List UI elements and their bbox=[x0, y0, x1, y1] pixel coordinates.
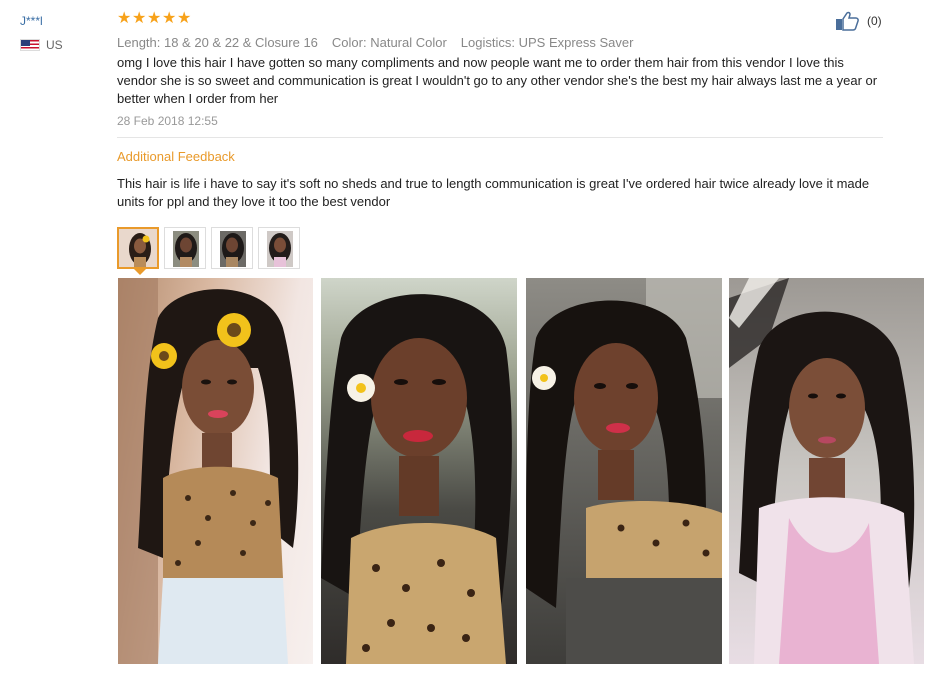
additional-feedback-text: This hair is life i have to say it's sof… bbox=[117, 176, 870, 209]
photo-thumbnails bbox=[117, 227, 305, 269]
star-icon: ★ bbox=[162, 10, 177, 27]
reviewer-country: US bbox=[20, 38, 100, 52]
photo-thumbnail-1[interactable] bbox=[117, 227, 159, 269]
reviewer-info: J***l US bbox=[20, 14, 100, 52]
photo-thumbnail-3[interactable] bbox=[211, 227, 253, 269]
attribute-logistics: Logistics: UPS Express Saver bbox=[460, 35, 634, 50]
star-icon: ★ bbox=[147, 10, 162, 27]
divider bbox=[117, 137, 883, 138]
review-content: ★ ★ ★ ★ ★ Length: 18 & 20 & 22 & Closure… bbox=[117, 10, 883, 211]
review-photo-4[interactable] bbox=[729, 278, 924, 664]
photo-thumbnail-4[interactable] bbox=[258, 227, 300, 269]
country-code: US bbox=[46, 38, 63, 52]
review-photo-1[interactable] bbox=[118, 278, 313, 664]
attribute-color: Color: Natural Color bbox=[331, 35, 447, 50]
star-rating: ★ ★ ★ ★ ★ bbox=[117, 10, 883, 28]
us-flag-icon bbox=[20, 39, 40, 51]
additional-feedback-title: Additional Feedback bbox=[117, 149, 235, 164]
order-attributes: Length: 18 & 20 & 22 & Closure 16 Color:… bbox=[117, 35, 883, 50]
reviewer-name[interactable]: J***l bbox=[20, 14, 100, 28]
star-icon: ★ bbox=[177, 10, 192, 27]
review-date: 28 Feb 2018 12:55 bbox=[117, 114, 218, 128]
review-photo-3[interactable] bbox=[526, 278, 722, 664]
review-text: omg I love this hair I have gotten so ma… bbox=[117, 55, 878, 106]
selected-thumbnail-indicator bbox=[133, 268, 147, 275]
star-icon: ★ bbox=[132, 10, 147, 27]
photo-thumbnail-2[interactable] bbox=[164, 227, 206, 269]
review-photo-2[interactable] bbox=[321, 278, 517, 664]
attribute-length: Length: 18 & 20 & 22 & Closure 16 bbox=[117, 35, 318, 50]
star-icon: ★ bbox=[117, 10, 132, 27]
